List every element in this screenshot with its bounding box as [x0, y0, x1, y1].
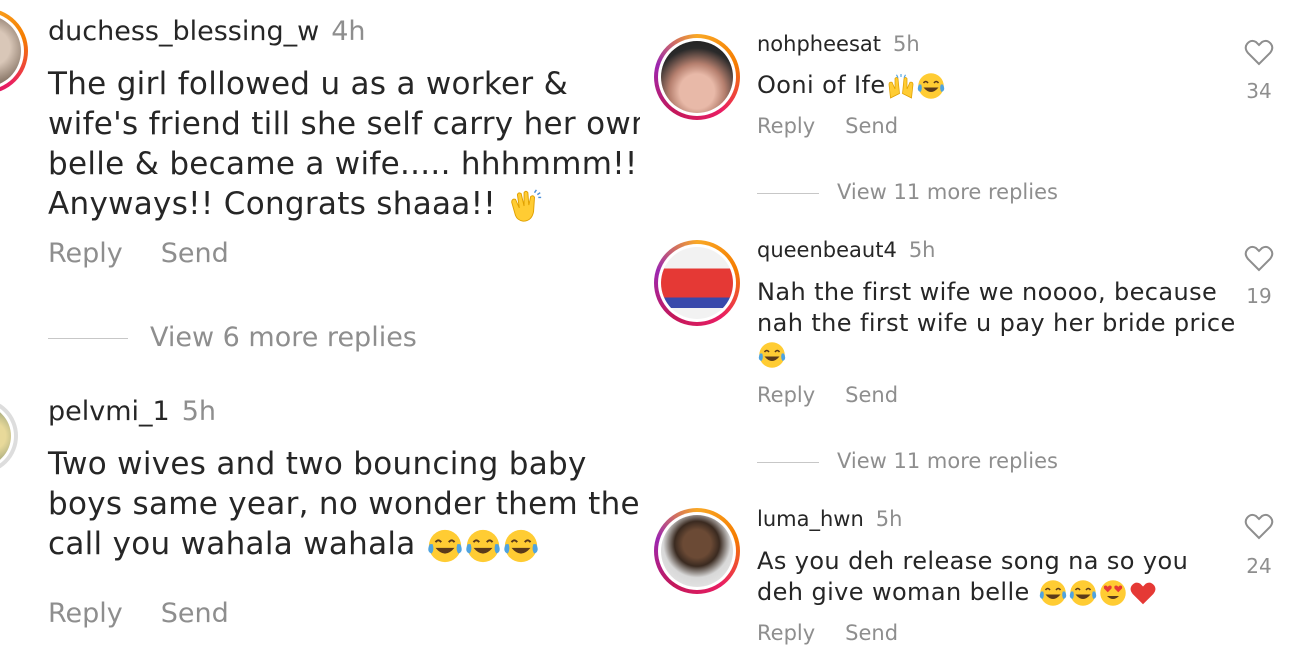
comment-actions: Reply Send — [48, 238, 229, 269]
comment-line: Ooni of Ife — [757, 70, 946, 101]
view-more-replies[interactable]: View 11 more replies — [757, 180, 1058, 204]
comment-line: wife's friend till she self carry her ow… — [48, 106, 640, 142]
comment-text: Ooni of Ife — [757, 70, 946, 101]
right-comments-panel: nohpheesat 5h Ooni of Ife Reply Send 34 Vi… — [640, 0, 1300, 650]
comment-timestamp: 5h — [875, 507, 903, 531]
comment-line-text: Ooni of Ife — [757, 71, 886, 99]
username-nohpheesat[interactable]: nohpheesat 5h — [757, 32, 920, 56]
comment-line: The girl followed u as a worker & — [48, 66, 569, 102]
heart-eyes-emoji-icon — [1099, 580, 1126, 606]
comment-timestamp: 5h — [181, 396, 217, 427]
username-luma-hwn[interactable]: luma_hwn 5h — [757, 507, 902, 531]
avatar-nohpheesat[interactable] — [654, 34, 740, 120]
comment-line: call you wahala wahala — [48, 524, 640, 565]
left-comments-panel: duchess_blessing_w 4h The girl followed u… — [0, 0, 640, 650]
comment-line-text: call you wahala wahala — [48, 526, 426, 562]
comment-line — [757, 339, 1236, 370]
comment-timestamp: 5h — [893, 32, 920, 56]
tears-of-joy-emoji-icon — [1069, 580, 1096, 606]
red-heart-emoji-icon — [1130, 582, 1156, 605]
reply-button[interactable]: Reply — [757, 383, 815, 407]
comment-timestamp: 4h — [331, 16, 366, 47]
comment-line: Nah the first wife we noooo, because — [757, 278, 1218, 306]
like-count: 24 — [1246, 554, 1272, 578]
username-duchess-blessing[interactable]: duchess_blessing_w 4h — [48, 16, 365, 47]
comment-actions: Reply Send — [757, 621, 898, 645]
comment-username[interactable]: pelvmi_1 — [48, 396, 170, 427]
reply-button[interactable]: Reply — [757, 114, 815, 138]
comment-line: Anyways!! Congrats shaaa!! — [48, 184, 640, 225]
comment-username[interactable]: nohpheesat — [757, 32, 881, 56]
view-more-replies-label[interactable]: View 11 more replies — [837, 449, 1058, 473]
comment-line: boys same year, no wonder them they — [48, 486, 640, 522]
tears-of-joy-emoji-icon — [917, 73, 944, 99]
tears-of-joy-emoji-icon — [758, 342, 786, 368]
comment-line: belle & became a wife..... hhhmmm!!! — [48, 146, 640, 182]
comment-line: Two wives and two bouncing baby — [48, 446, 587, 482]
tears-of-joy-emoji-icon — [504, 529, 538, 562]
like-count: 34 — [1246, 79, 1272, 103]
avatar-duchess-blessing[interactable] — [0, 8, 28, 94]
comment-text: Two wives and two bouncing baby boys sam… — [48, 444, 640, 565]
avatar-queenbeaut4[interactable] — [654, 240, 740, 326]
raising-hands-emoji-icon — [888, 74, 913, 99]
send-button[interactable]: Send — [161, 598, 229, 629]
comment-actions: Reply Send — [757, 383, 898, 407]
comment-actions: Reply Send — [48, 598, 229, 629]
comment-line: nah the first wife u pay her bride price — [757, 309, 1236, 337]
comment-username[interactable]: duchess_blessing_w — [48, 16, 319, 47]
reply-button[interactable]: Reply — [48, 238, 123, 269]
clapping-hands-emoji-icon — [511, 188, 542, 222]
avatar-luma-hwn[interactable] — [654, 508, 740, 594]
divider-line — [757, 192, 819, 194]
divider-line — [757, 461, 819, 463]
comment-line-text: deh give woman belle — [757, 578, 1038, 606]
send-button[interactable]: Send — [845, 621, 898, 645]
comment-text: The girl followed u as a worker & wife's… — [48, 64, 640, 225]
comment-text: Nah the first wife we noooo, because nah… — [757, 277, 1236, 370]
like-count: 19 — [1246, 284, 1272, 308]
view-more-replies-label[interactable]: View 6 more replies — [150, 322, 417, 353]
like-heart-icon[interactable] — [1243, 36, 1275, 68]
comment-timestamp: 5h — [908, 238, 936, 262]
tears-of-joy-emoji-icon — [1039, 580, 1066, 606]
comment-line-text: Anyways!! Congrats shaaa!! — [48, 186, 507, 222]
comment-username[interactable]: luma_hwn — [757, 507, 864, 531]
send-button[interactable]: Send — [845, 383, 898, 407]
reply-button[interactable]: Reply — [48, 598, 123, 629]
username-queenbeaut4[interactable]: queenbeaut4 5h — [757, 238, 935, 262]
comment-text: As you deh release song na so you deh gi… — [757, 546, 1188, 608]
divider-line — [48, 338, 128, 339]
view-more-replies[interactable]: View 6 more replies — [48, 322, 417, 353]
tears-of-joy-emoji-icon — [466, 529, 500, 562]
reply-button[interactable]: Reply — [757, 621, 815, 645]
comment-line: As you deh release song na so you — [757, 547, 1189, 575]
comment-actions: Reply Send — [757, 114, 898, 138]
send-button[interactable]: Send — [161, 238, 229, 269]
avatar-pelvmi[interactable] — [0, 398, 18, 474]
comment-username[interactable]: queenbeaut4 — [757, 238, 897, 262]
send-button[interactable]: Send — [845, 114, 898, 138]
tears-of-joy-emoji-icon — [428, 529, 462, 562]
view-more-replies-label[interactable]: View 11 more replies — [837, 180, 1058, 204]
comment-line: deh give woman belle — [757, 577, 1188, 608]
like-heart-icon[interactable] — [1243, 510, 1275, 542]
username-pelvmi[interactable]: pelvmi_1 5h — [48, 396, 216, 427]
like-heart-icon[interactable] — [1243, 242, 1275, 274]
view-more-replies[interactable]: View 11 more replies — [757, 449, 1058, 473]
